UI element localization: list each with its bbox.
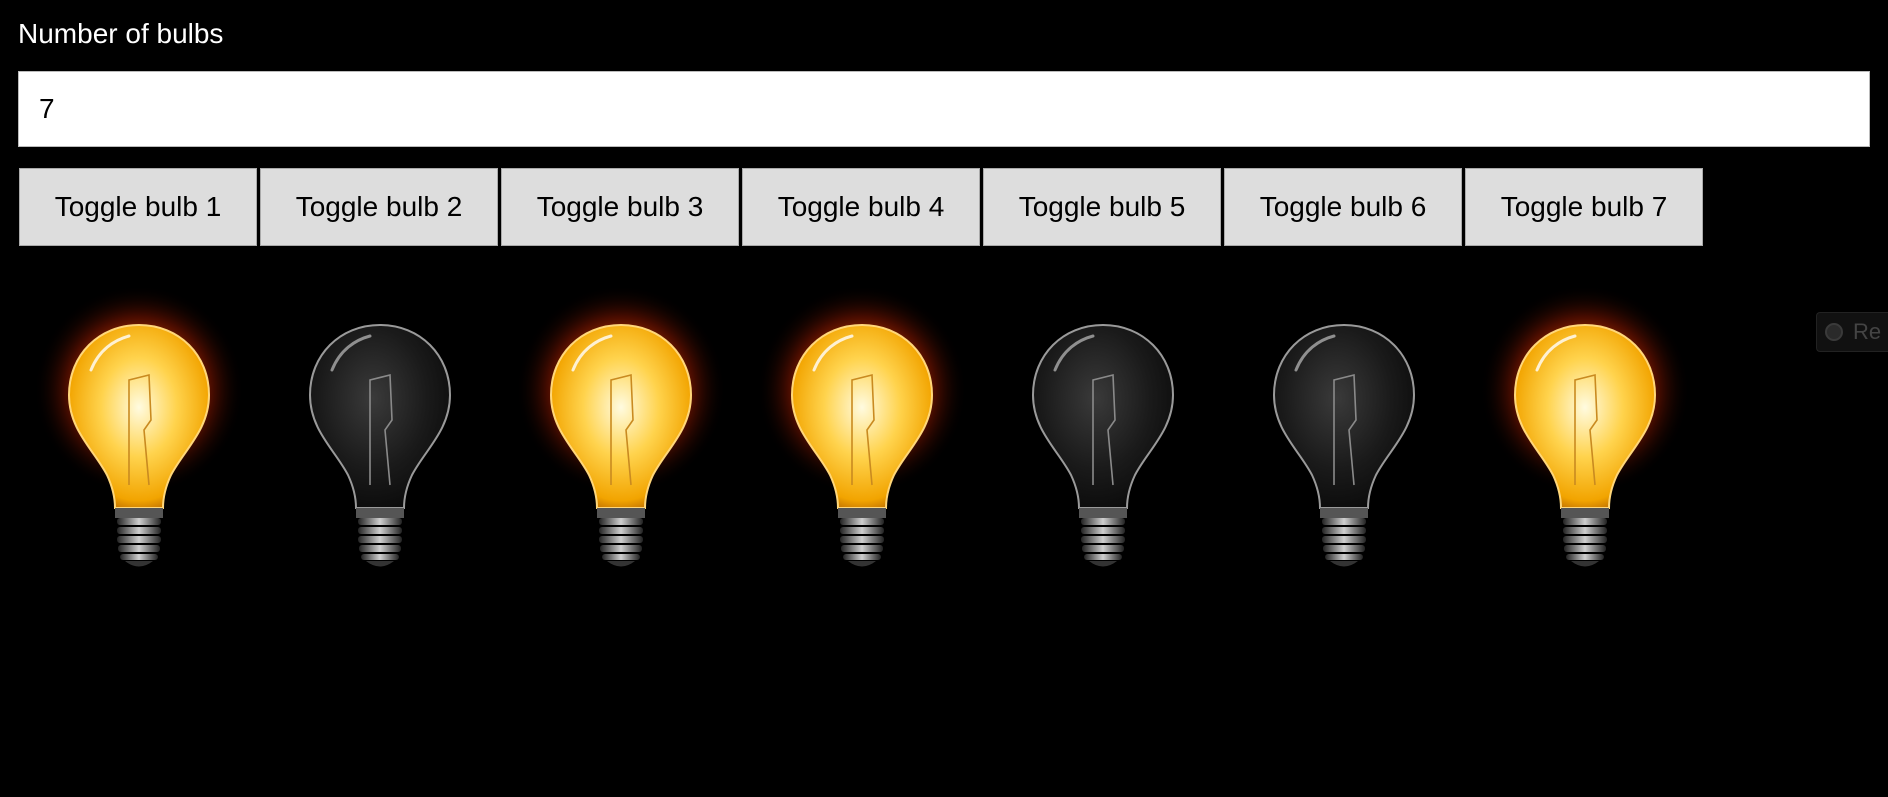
- lightbulb-icon: [1031, 323, 1175, 567]
- bulb-7: [1465, 280, 1706, 590]
- lightbulb-icon: [1480, 285, 1690, 567]
- bulb-row: [19, 280, 1706, 590]
- bulb-5: [983, 280, 1224, 590]
- bulb-count-input[interactable]: [18, 71, 1870, 147]
- record-icon: [1825, 323, 1843, 341]
- lightbulb-icon: [1272, 323, 1416, 567]
- bulb-3: [501, 280, 742, 590]
- bulb-4: [742, 280, 983, 590]
- toggle-bulb-7-button[interactable]: Toggle bulb 7: [1465, 168, 1703, 246]
- bulb-2: [260, 280, 501, 590]
- toggle-bulb-4-button[interactable]: Toggle bulb 4: [742, 168, 980, 246]
- toggle-bulb-1-button[interactable]: Toggle bulb 1: [19, 168, 257, 246]
- bulb-count-label: Number of bulbs: [18, 18, 224, 49]
- lightbulb-icon: [757, 285, 967, 567]
- toggle-bulb-3-button[interactable]: Toggle bulb 3: [501, 168, 739, 246]
- toggle-bulb-6-button[interactable]: Toggle bulb 6: [1224, 168, 1462, 246]
- toggle-bulb-5-button[interactable]: Toggle bulb 5: [983, 168, 1221, 246]
- lightbulb-icon: [516, 285, 726, 567]
- bulb-6: [1224, 280, 1465, 590]
- toggle-button-row: Toggle bulb 1 Toggle bulb 2 Toggle bulb …: [19, 168, 1706, 246]
- lightbulb-icon: [34, 285, 244, 567]
- record-side-tab[interactable]: Re: [1816, 312, 1888, 352]
- toggle-bulb-2-button[interactable]: Toggle bulb 2: [260, 168, 498, 246]
- page: Number of bulbs Toggle bulb 1 Toggle bul…: [0, 0, 1888, 797]
- record-side-tab-label: Re: [1853, 319, 1882, 344]
- bulb-1: [19, 280, 260, 590]
- lightbulb-icon: [308, 323, 452, 567]
